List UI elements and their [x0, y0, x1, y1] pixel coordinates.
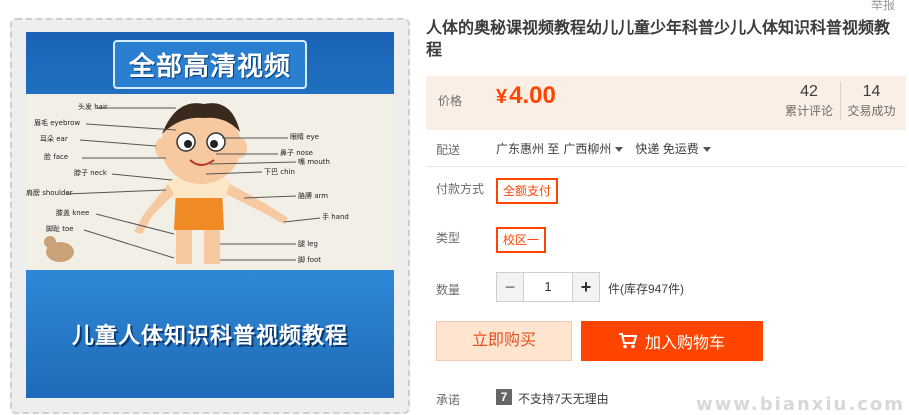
quantity-decrease-button[interactable]: − [496, 272, 524, 302]
label-foot: 脚 foot [298, 256, 321, 264]
shopping-cart-icon [618, 333, 637, 349]
promise-label: 承诺 [436, 393, 461, 407]
type-label: 类型 [436, 231, 461, 245]
label-face: 脸 face [44, 153, 69, 161]
review-count-label: 累计评论 [784, 104, 833, 118]
price-label: 价格 [438, 94, 463, 108]
product-title: 人体的奥秘课视频教程幼儿儿童少年科普少儿人体知识科普视频教程 [426, 20, 891, 59]
stock-info: 件(库存947件) [608, 282, 685, 296]
quantity-stepper: − 1 + [496, 272, 600, 302]
image-bottom-banner: 儿童人体知识科普视频教程 [26, 270, 394, 398]
payment-label: 付款方式 [436, 182, 485, 196]
review-count-stat[interactable]: 42 累计评论 [778, 82, 840, 120]
divider [426, 166, 906, 167]
label-neck: 脖子 neck [74, 169, 107, 177]
report-link[interactable]: 举报 [871, 0, 895, 13]
image-top-banner: 全部高清视频 [26, 32, 394, 96]
ship-method-dropdown[interactable]: 快递 免运费 [635, 140, 718, 157]
ship-method: 快递 免运费 [635, 142, 699, 156]
currency-symbol: ¥ [496, 86, 508, 108]
diagram-labels-right: 眼睛 eye 鼻子 nose 嘴 mouth 下巴 chin 胳膊 arm 手 … [262, 94, 394, 270]
price-value: ¥4.00 [496, 82, 556, 110]
product-image-gallery[interactable]: 全部高清视频 头发 hair 眉毛 eyebrow 耳朵 ear 脸 face … [10, 18, 410, 414]
price-amount: 4.00 [509, 82, 556, 109]
label-ear: 耳朵 ear [40, 135, 68, 143]
quantity-input[interactable]: 1 [524, 272, 572, 302]
payment-option-full[interactable]: 全额支付 [496, 178, 559, 204]
add-to-cart-label: 加入购物车 [644, 335, 725, 352]
chevron-down-icon [702, 147, 711, 153]
label-arm: 胳膊 arm [298, 192, 329, 200]
chevron-down-icon [615, 147, 624, 153]
seven-day-icon: 7 [496, 389, 512, 405]
review-count: 42 [800, 83, 818, 100]
quantity-increase-button[interactable]: + [572, 272, 600, 302]
trade-count-label: 交易成功 [847, 104, 896, 118]
add-to-cart-button[interactable]: 加入购物车 [581, 321, 763, 361]
diagram-labels-left: 头发 hair 眉毛 eyebrow 耳朵 ear 脸 face 脖子 neck… [26, 94, 126, 270]
promise-text: 不支持7天无理由 [518, 392, 609, 406]
quantity-label: 数量 [436, 283, 461, 297]
label-eye: 眼睛 eye [290, 133, 319, 141]
image-top-banner-text: 全部高清视频 [112, 39, 307, 89]
label-shoulder: 肩膀 shoulder [26, 189, 73, 197]
label-mouth: 嘴 mouth [298, 158, 330, 166]
label-eyebrow: 眉毛 eyebrow [34, 119, 81, 127]
ship-to-dropdown[interactable]: 广西柳州 [563, 140, 631, 157]
price-box: 价格 ¥4.00 42 累计评论 14 交易成功 [426, 76, 906, 130]
shipping-label: 配送 [436, 143, 461, 157]
trade-count-stat: 14 交易成功 [840, 82, 902, 120]
site-watermark: www.bianxiu.com [696, 394, 905, 415]
label-leg: 腿 leg [298, 240, 318, 248]
product-main-image[interactable]: 全部高清视频 头发 hair 眉毛 eyebrow 耳朵 ear 脸 face … [26, 32, 394, 398]
body-parts-diagram: 头发 hair 眉毛 eyebrow 耳朵 ear 脸 face 脖子 neck… [26, 94, 394, 270]
buy-now-button[interactable]: 立即购买 [436, 321, 572, 361]
label-chin: 下巴 chin [264, 168, 295, 176]
shipping-row: 广东惠州 至 广西柳州 快递 免运费 [496, 140, 719, 157]
trade-count: 14 [862, 83, 881, 100]
label-hand: 手 hand [322, 213, 349, 221]
ship-from: 广东惠州 至 [496, 142, 560, 156]
ship-to: 广西柳州 [563, 142, 612, 156]
label-toe: 脚趾 toe [46, 225, 74, 233]
label-knee: 膝盖 knee [56, 209, 90, 217]
type-option-campus-1[interactable]: 校区一 [496, 227, 547, 253]
label-hair: 头发 hair [78, 103, 108, 111]
image-bottom-banner-text: 儿童人体知识科普视频教程 [71, 324, 348, 349]
